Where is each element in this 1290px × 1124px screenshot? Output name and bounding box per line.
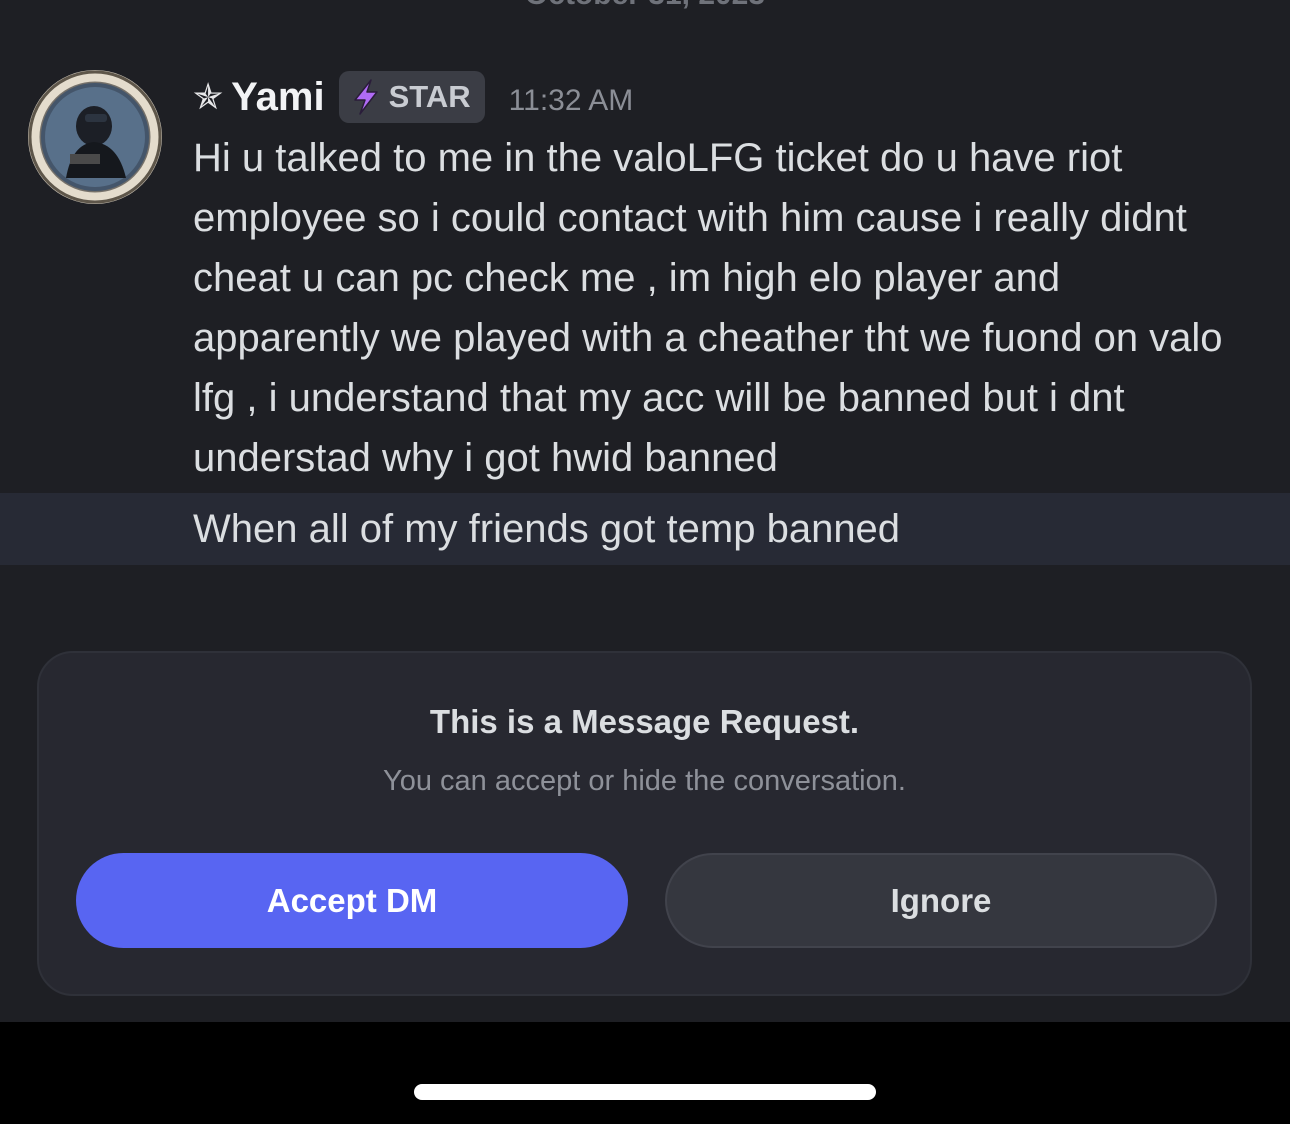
home-indicator[interactable] <box>414 1084 876 1100</box>
date-divider: October 31, 2023 <box>0 0 1290 12</box>
followup-message-text: When all of my friends got temp banned <box>193 507 901 551</box>
message-timestamp: 11:32 AM <box>508 84 634 117</box>
accept-dm-button[interactable]: Accept DM <box>76 853 628 948</box>
message-header: ✯ Yami STAR 11:32 AM <box>193 70 633 124</box>
chat-area: October 31, 2023 ✯ Yami STAR 11:32 AM Hi… <box>0 0 1290 1022</box>
username[interactable]: Yami <box>231 75 324 120</box>
request-subtitle: You can accept or hide the conversation. <box>383 765 906 797</box>
ignore-button[interactable]: Ignore <box>665 853 1217 948</box>
guild-tag[interactable]: STAR <box>338 71 485 123</box>
guild-tag-label: STAR <box>388 79 471 114</box>
message-text: Hi u talked to me in the valoLFG ticket … <box>193 136 1223 480</box>
avatar-image <box>28 70 162 204</box>
lightning-bolt-icon <box>353 79 378 115</box>
request-title: This is a Message Request. <box>429 703 860 740</box>
star-icon: ✯ <box>193 76 224 117</box>
message-request-card: This is a Message Request. You can accep… <box>37 651 1252 996</box>
avatar[interactable] <box>28 70 162 204</box>
